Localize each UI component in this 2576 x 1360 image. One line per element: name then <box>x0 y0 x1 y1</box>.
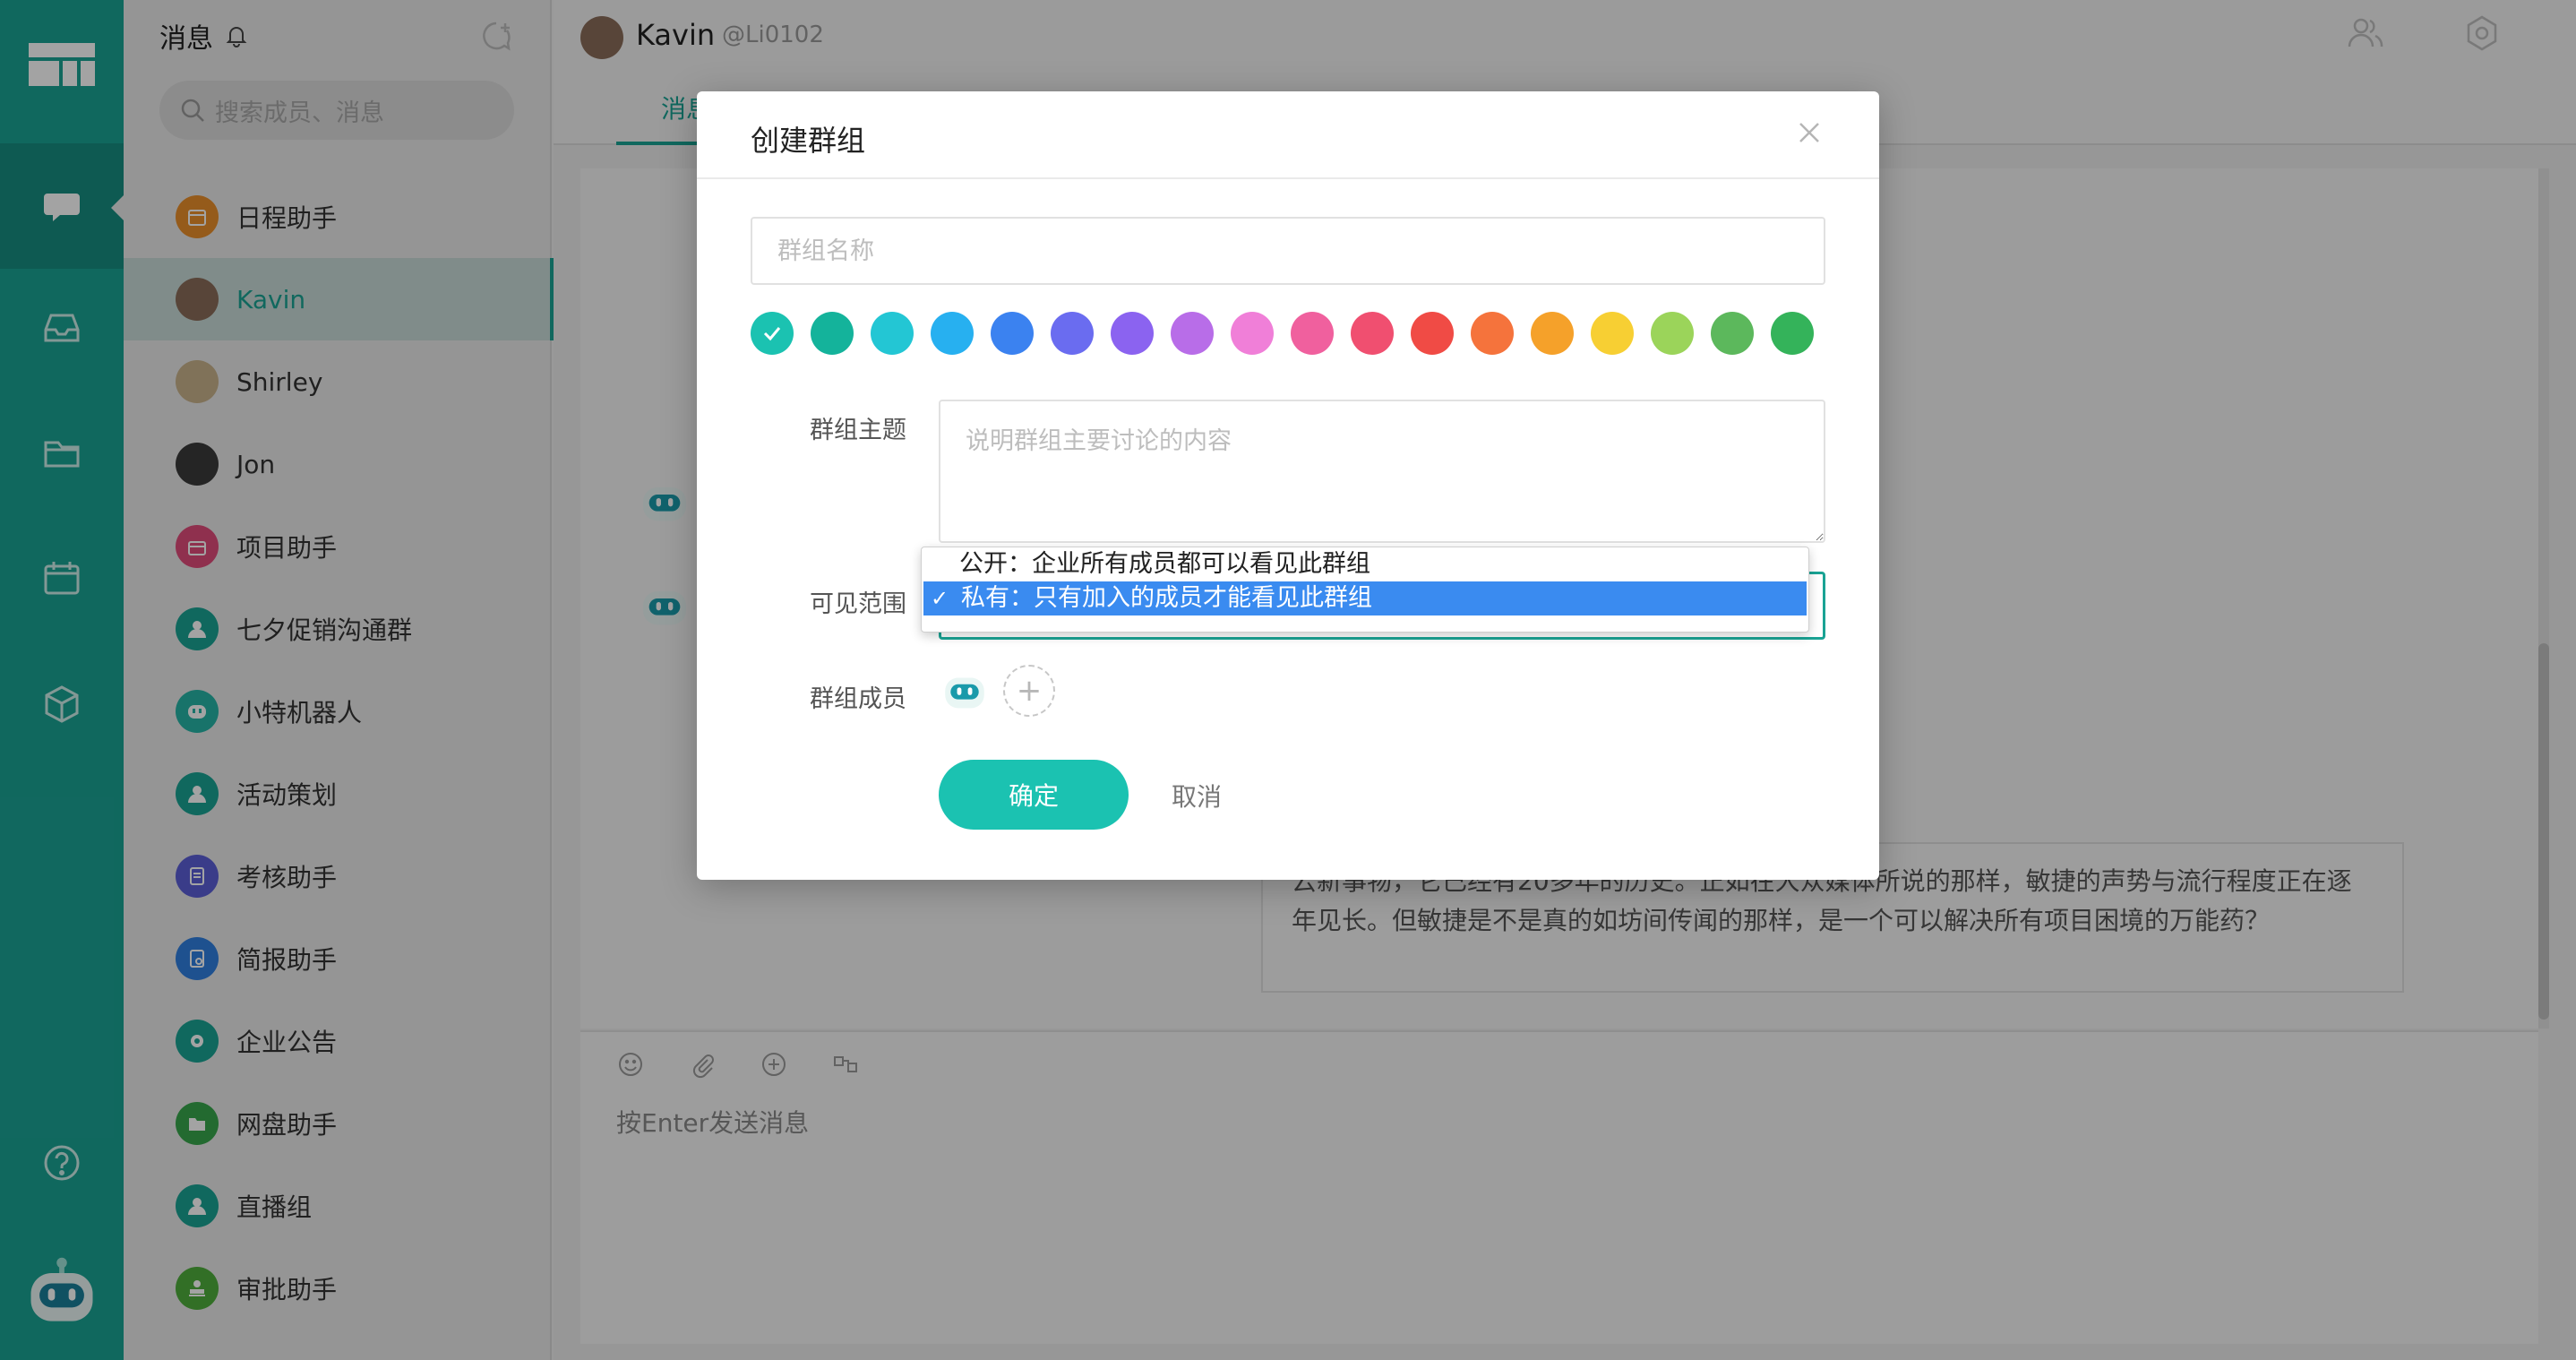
option-label: 公开：企业所有成员都可以看见此群组 <box>959 550 1370 578</box>
color-swatch[interactable] <box>1531 312 1574 355</box>
add-member-button[interactable]: + <box>1003 665 1055 717</box>
close-icon[interactable] <box>1793 116 1825 149</box>
color-swatch[interactable] <box>1051 312 1094 355</box>
visibility-dropdown: 公开：企业所有成员都可以看见此群组 ✓ 私有：只有加入的成员才能看见此群组 <box>921 547 1809 633</box>
group-name-input[interactable] <box>751 217 1825 285</box>
check-icon <box>763 327 781 341</box>
dialog-header: 创建群组 <box>697 91 1879 179</box>
visibility-option-private[interactable]: ✓ 私有：只有加入的成员才能看见此群组 <box>923 581 1807 615</box>
color-swatch[interactable] <box>1771 312 1814 355</box>
confirm-button[interactable]: 确定 <box>939 760 1129 830</box>
color-swatch[interactable] <box>811 312 854 355</box>
create-group-dialog: 创建群组 群组主题 可见范围 公开：企业所有成员都可以看见此群组 ✓ 私有：只有… <box>697 91 1879 880</box>
color-picker <box>751 312 1814 355</box>
group-topic-textarea[interactable] <box>939 400 1825 543</box>
color-swatch[interactable] <box>1351 312 1394 355</box>
plus-icon: + <box>1016 673 1043 709</box>
topic-label: 群组主题 <box>810 417 906 444</box>
color-swatch[interactable] <box>1411 312 1454 355</box>
color-swatch[interactable] <box>1171 312 1214 355</box>
option-label: 私有：只有加入的成员才能看见此群组 <box>961 584 1372 612</box>
color-swatch[interactable] <box>931 312 974 355</box>
color-swatch[interactable] <box>991 312 1034 355</box>
members-list: + <box>939 665 1055 717</box>
color-swatch[interactable] <box>751 312 794 355</box>
dialog-title: 创建群组 <box>751 124 866 158</box>
color-swatch[interactable] <box>1711 312 1754 355</box>
cancel-button[interactable]: 取消 <box>1172 778 1222 813</box>
color-swatch[interactable] <box>1231 312 1274 355</box>
color-swatch[interactable] <box>1471 312 1514 355</box>
visibility-option-public[interactable]: 公开：企业所有成员都可以看见此群组 <box>922 547 1808 581</box>
members-label: 群组成员 <box>810 685 906 713</box>
color-swatch[interactable] <box>871 312 914 355</box>
color-swatch[interactable] <box>1651 312 1694 355</box>
color-swatch[interactable] <box>1591 312 1634 355</box>
color-swatch[interactable] <box>1291 312 1334 355</box>
robot-avatar-icon[interactable] <box>939 665 991 717</box>
color-swatch[interactable] <box>1111 312 1154 355</box>
checkmark-icon: ✓ <box>931 586 949 611</box>
